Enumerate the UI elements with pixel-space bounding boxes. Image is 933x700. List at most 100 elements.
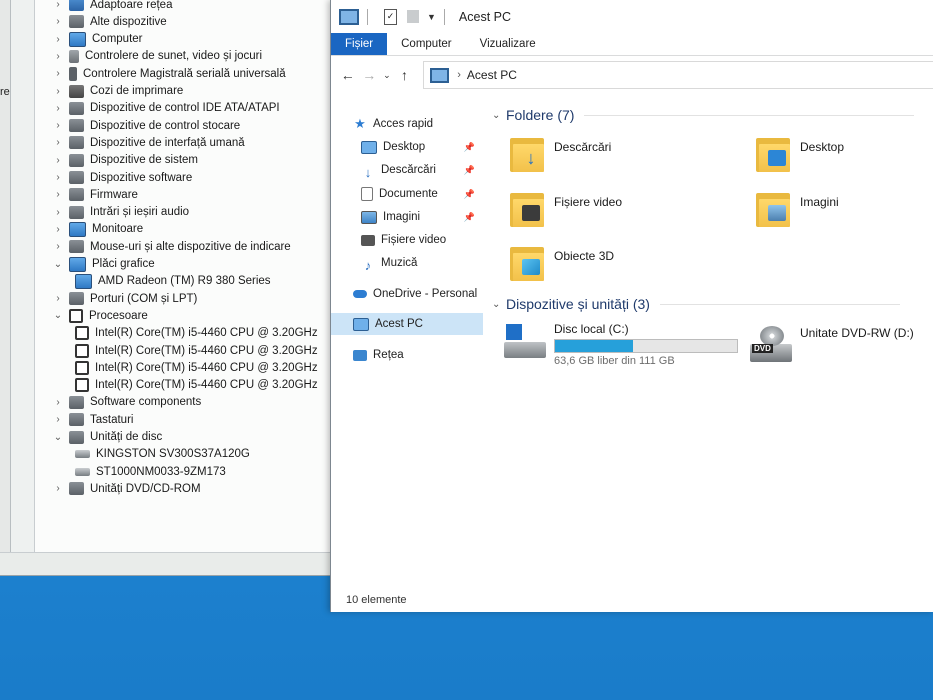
folder-3d-objects[interactable]: Obiecte 3D [510, 245, 614, 281]
collapse-chevron-icon[interactable]: ⌄ [51, 310, 65, 321]
expand-chevron-icon[interactable]: › [51, 0, 65, 10]
folder-videos[interactable]: Fișiere video [510, 191, 622, 227]
cpu-icon [75, 326, 89, 341]
title-bar[interactable]: ✓ ▼ Acest PC [331, 0, 933, 33]
nav-item[interactable]: ↓ Descărcări 📌 [331, 159, 483, 181]
nav-item[interactable]: Rețea [331, 344, 483, 366]
address-bar[interactable]: › Acest PC [423, 61, 933, 89]
collapse-chevron-icon[interactable]: ⌄ [51, 432, 65, 443]
folders-group-header[interactable]: ⌄ Foldere (7) [492, 105, 915, 125]
tab-view[interactable]: Vizualizare [466, 33, 550, 55]
device-category[interactable]: › Controlere de sunet, video și jocuri [51, 48, 262, 65]
nav-item[interactable]: Acest PC [331, 313, 483, 335]
up-arrow-icon[interactable]: ↑ [394, 67, 416, 83]
expand-chevron-icon[interactable]: › [51, 68, 65, 79]
device-item[interactable]: Intel(R) Core(TM) i5-4460 CPU @ 3.20GHz [71, 342, 318, 359]
horizontal-scrollbar[interactable] [0, 552, 340, 575]
pin-icon[interactable]: 📌 [464, 165, 475, 176]
device-category[interactable]: ⌄ Procesoare [51, 307, 148, 324]
device-label: Monitoare [92, 223, 144, 236]
expand-chevron-icon[interactable]: › [51, 189, 65, 200]
collapse-chevron-icon[interactable]: ⌄ [492, 110, 506, 121]
back-arrow-icon[interactable]: ← [337, 67, 359, 83]
recent-locations-chevron-icon[interactable]: ⌄ [380, 70, 394, 81]
device-item[interactable]: Intel(R) Core(TM) i5-4460 CPU @ 3.20GHz [71, 325, 318, 342]
expand-chevron-icon[interactable]: › [51, 103, 65, 114]
drive-local-c[interactable]: Disc local (C:) 63,6 GB liber din 111 GB [504, 322, 738, 367]
breadcrumb-this-pc[interactable]: Acest PC [467, 68, 517, 82]
device-category[interactable]: › Dispozitive de interfață umană [51, 134, 245, 151]
expand-chevron-icon[interactable]: › [51, 207, 65, 218]
expand-chevron-icon[interactable]: › [51, 414, 65, 425]
tab-file[interactable]: Fișier [331, 33, 388, 55]
device-tree[interactable]: › Adaptoare rețea › Alte dispozitive › Comput… [34, 0, 341, 552]
pin-icon[interactable]: 📌 [464, 212, 475, 223]
device-category[interactable]: › Computer [51, 31, 143, 48]
forward-arrow-icon[interactable]: → [359, 67, 381, 83]
drive-dvd-d[interactable]: DVD Unitate DVD-RW (D:) [750, 326, 914, 362]
folder-desktop[interactable]: Desktop [756, 136, 844, 172]
nav-item[interactable]: ♪ Muzică [331, 252, 483, 274]
device-category[interactable]: ⌄ Unități de disc [51, 429, 162, 446]
device-item[interactable]: KINGSTON SV300S37A120G [71, 446, 250, 463]
device-category[interactable]: › Cozi de imprimare [51, 83, 183, 100]
nav-item-label: Rețea [373, 349, 404, 361]
device-item[interactable]: AMD Radeon (TM) R9 380 Series [71, 273, 271, 290]
expand-chevron-icon[interactable]: › [51, 86, 65, 97]
device-category[interactable]: › Dispozitive de sistem [51, 152, 198, 169]
nav-item[interactable]: Desktop 📌 [331, 136, 483, 158]
device-item[interactable]: ST1000NM0033-9ZM173 [71, 463, 226, 480]
computer-icon [69, 31, 86, 47]
nav-item[interactable]: Fișiere video [331, 229, 483, 251]
device-category[interactable]: › Dispozitive de control stocare [51, 117, 240, 134]
expand-chevron-icon[interactable]: › [51, 172, 65, 183]
pin-icon[interactable]: 📌 [464, 142, 475, 153]
expand-chevron-icon[interactable]: › [51, 224, 65, 235]
device-category[interactable]: › Alte dispozitive [51, 13, 167, 30]
device-category[interactable]: › Porturi (COM și LPT) [51, 290, 197, 307]
device-item[interactable]: Intel(R) Core(TM) i5-4460 CPU @ 3.20GHz [71, 377, 318, 394]
new-folder-icon[interactable] [407, 10, 419, 23]
device-category[interactable]: › Controlere Magistrală serială universal… [51, 65, 286, 82]
expand-chevron-icon[interactable]: › [51, 51, 65, 62]
nav-item[interactable]: Imagini 📌 [331, 206, 483, 228]
expand-chevron-icon[interactable]: › [51, 483, 65, 494]
expand-chevron-icon[interactable]: › [51, 34, 65, 45]
folder-pictures[interactable]: Imagini [756, 191, 839, 227]
properties-icon[interactable]: ✓ [384, 8, 397, 25]
device-category[interactable]: ⌄ Plăci grafice [51, 256, 155, 273]
collapse-chevron-icon[interactable]: ⌄ [51, 259, 65, 270]
nav-item[interactable]: Documente 📌 [331, 183, 483, 205]
pin-icon[interactable]: 📌 [464, 189, 475, 200]
expand-chevron-icon[interactable]: › [51, 293, 65, 304]
device-category[interactable]: › Tastaturi [51, 411, 133, 428]
expand-chevron-icon[interactable]: › [51, 137, 65, 148]
expand-chevron-icon[interactable]: › [51, 16, 65, 27]
device-category[interactable]: › Dispozitive software [51, 169, 192, 186]
nav-item[interactable]: OneDrive - Personal [331, 283, 483, 305]
folders-group-title: Foldere (7) [506, 107, 575, 123]
device-category[interactable]: › Monitoare [51, 221, 143, 238]
device-category[interactable]: › Firmware [51, 186, 138, 203]
tab-computer[interactable]: Computer [387, 33, 466, 55]
expand-chevron-icon[interactable]: › [51, 120, 65, 131]
collapse-chevron-icon[interactable]: ⌄ [492, 299, 506, 310]
nav-item-label: Muzică [381, 257, 418, 269]
device-item[interactable]: Intel(R) Core(TM) i5-4460 CPU @ 3.20GHz [71, 359, 318, 376]
device-category[interactable]: › Unități DVD/CD-ROM [51, 480, 201, 497]
device-category[interactable]: › Mouse-uri și alte dispozitive de indica… [51, 238, 291, 255]
breadcrumb-chevron-icon[interactable]: › [457, 69, 461, 81]
expand-chevron-icon[interactable]: › [51, 155, 65, 166]
device-manager-window: re › Adaptoare rețea › Alte dispozitive › Com… [0, 0, 341, 576]
expand-chevron-icon[interactable]: › [51, 241, 65, 252]
expand-chevron-icon[interactable]: › [51, 397, 65, 408]
device-category[interactable]: › Dispozitive de control IDE ATA/ATAPI [51, 100, 280, 117]
nav-item[interactable]: ★ Acces rapid [331, 113, 483, 135]
device-category[interactable]: › Intrări și ieșiri audio [51, 204, 189, 221]
folder-downloads[interactable]: ↓ Descărcări [510, 136, 611, 172]
device-category[interactable]: › Software components [51, 394, 201, 411]
device-label: KINGSTON SV300S37A120G [96, 448, 250, 461]
devices-group-header[interactable]: ⌄ Dispozitive și unități (3) [492, 294, 900, 314]
device-category[interactable]: › Adaptoare rețea [51, 0, 172, 13]
quick-access-toolbar-dropdown-icon[interactable]: ▼ [427, 12, 436, 22]
